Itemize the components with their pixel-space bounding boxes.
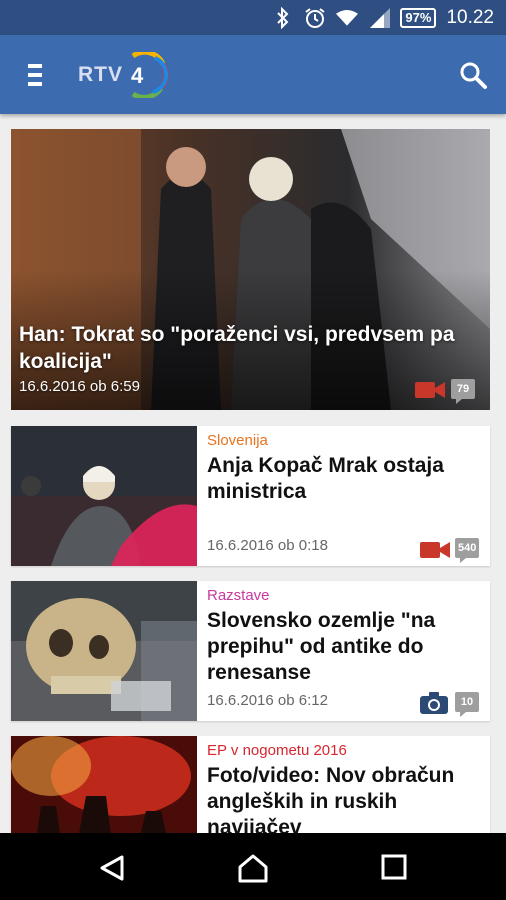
article-title[interactable]: Anja Kopač Mrak ostaja ministrica (207, 453, 482, 505)
search-icon[interactable] (458, 60, 488, 90)
wifi-icon (336, 7, 359, 29)
battery-indicator: 97% (400, 7, 437, 28)
recents-icon[interactable] (380, 853, 410, 883)
logo-mark: 4 (131, 51, 169, 98)
back-icon[interactable] (98, 853, 128, 883)
clock: 10.22 (446, 6, 494, 28)
home-icon[interactable] (237, 853, 268, 883)
rtv4-logo[interactable]: RTV 4 (78, 51, 175, 98)
article-thumbnail (11, 736, 197, 833)
article-title[interactable]: Slovensko ozemlje "na prepihu" od antike… (207, 608, 482, 686)
bluetooth-icon (272, 6, 294, 29)
camera-icon (420, 692, 448, 719)
menu-icon[interactable] (28, 64, 44, 86)
article-category[interactable]: Razstave (207, 587, 270, 604)
article-category[interactable]: Slovenija (207, 432, 268, 449)
news-feed[interactable]: Han: Tokrat so "poraženci vsi, predvsem … (0, 114, 506, 833)
article-card[interactable]: Slovenija Anja Kopač Mrak ostaja ministr… (11, 426, 490, 566)
article-thumbnail (11, 581, 197, 721)
video-icon (420, 540, 450, 565)
article-card[interactable]: EP v nogometu 2016 Foto/video: Nov obrač… (11, 736, 490, 833)
hero-article[interactable]: Han: Tokrat so "poraženci vsi, predvsem … (11, 129, 490, 410)
video-icon (415, 380, 445, 405)
article-card[interactable]: Razstave Slovensko ozemlje "na prepihu" … (11, 581, 490, 721)
logo-text: RTV (78, 62, 123, 86)
comment-count-badge[interactable]: 540 (455, 538, 480, 563)
comment-count-badge[interactable]: 79 (451, 379, 475, 404)
system-nav-bar (0, 833, 506, 900)
hero-date: 16.6.2016 ob 6:59 (19, 378, 140, 395)
comment-count-badge[interactable]: 10 (455, 692, 479, 717)
article-title[interactable]: Foto/video: Nov obračun angleških in rus… (207, 763, 482, 833)
hero-title[interactable]: Han: Tokrat so "poraženci vsi, predvsem … (19, 321, 469, 375)
alarm-icon (304, 7, 326, 29)
article-thumbnail (11, 426, 197, 566)
article-date: 16.6.2016 ob 0:18 (207, 537, 328, 554)
article-date: 16.6.2016 ob 6:12 (207, 692, 328, 709)
signal-icon (368, 7, 391, 29)
status-bar: 97% 10.22 (0, 0, 506, 35)
app-bar: RTV 4 (0, 35, 506, 114)
logo-mark-text: 4 (131, 63, 144, 88)
article-category[interactable]: EP v nogometu 2016 (207, 742, 347, 759)
